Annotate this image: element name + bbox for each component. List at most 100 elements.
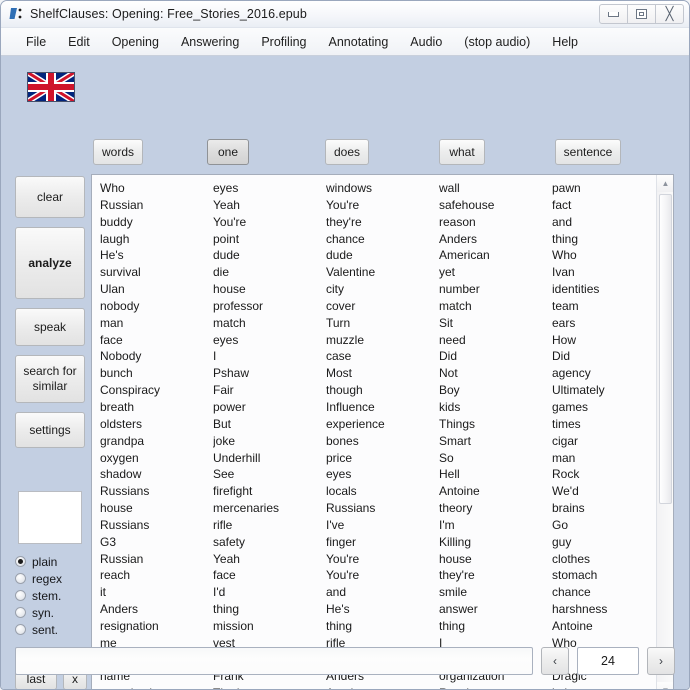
word-cell[interactable]: they're [439, 567, 544, 584]
word-cell[interactable]: brains [552, 500, 657, 517]
word-cell[interactable]: Pshaw [213, 365, 318, 382]
radio-sent[interactable]: sent. [15, 621, 87, 638]
word-cell[interactable]: match [439, 298, 544, 315]
scroll-up-icon[interactable]: ▲ [657, 175, 673, 192]
preview-box[interactable] [18, 491, 82, 544]
word-cell[interactable]: house [439, 551, 544, 568]
word-cell[interactable]: Russians [439, 685, 544, 689]
word-cell[interactable]: Smart [439, 433, 544, 450]
word-cell[interactable]: Not [439, 365, 544, 382]
menu-item-annotating[interactable]: Annotating [318, 32, 400, 52]
word-cell[interactable]: Fair [213, 382, 318, 399]
menu-item-stop-audio[interactable]: (stop audio) [453, 32, 541, 52]
word-cell[interactable]: Nobody [100, 348, 205, 365]
word-cell[interactable]: You're [326, 567, 431, 584]
clear-button[interactable]: clear [15, 176, 85, 218]
word-cell[interactable]: Antoine [552, 618, 657, 635]
word-cell[interactable]: He's [326, 601, 431, 618]
toolbar-button-what[interactable]: what [439, 139, 485, 165]
menu-item-help[interactable]: Help [541, 32, 589, 52]
word-cell[interactable]: face [100, 332, 205, 349]
word-cell[interactable]: need [439, 332, 544, 349]
word-cell[interactable]: But [213, 416, 318, 433]
word-cell[interactable]: face [213, 567, 318, 584]
analyze-button[interactable]: analyze [15, 227, 85, 299]
uk-flag-icon[interactable] [27, 72, 75, 102]
word-cell[interactable]: Did [552, 348, 657, 365]
word-cell[interactable]: Did [439, 348, 544, 365]
settings-button[interactable]: settings [15, 412, 85, 448]
word-cell[interactable]: bones [326, 433, 431, 450]
menu-item-file[interactable]: File [15, 32, 57, 52]
word-cell[interactable]: oxygen [100, 450, 205, 467]
word-cell[interactable]: Russians [100, 483, 205, 500]
word-cell[interactable]: finger [326, 534, 431, 551]
word-cell[interactable]: and [326, 584, 431, 601]
word-cell[interactable]: chance [552, 584, 657, 601]
word-cell[interactable]: Most [326, 365, 431, 382]
word-cell[interactable]: bunch [100, 365, 205, 382]
word-cell[interactable]: answer [439, 601, 544, 618]
word-cell[interactable]: shadow [100, 466, 205, 483]
word-cell[interactable]: Go [552, 517, 657, 534]
word-cell[interactable]: That's [213, 685, 318, 689]
radio-stem[interactable]: stem. [15, 587, 87, 604]
word-cell[interactable]: games [552, 399, 657, 416]
close-button[interactable]: ╳ [655, 4, 684, 24]
word-cell[interactable]: Valentine [326, 264, 431, 281]
word-cell[interactable]: case [326, 348, 431, 365]
word-cell[interactable]: Boy [439, 382, 544, 399]
word-cell[interactable]: thing [326, 618, 431, 635]
word-cell[interactable]: American [439, 247, 544, 264]
word-cell[interactable]: Ulan [100, 281, 205, 298]
word-cell[interactable]: eyes [213, 332, 318, 349]
word-cell[interactable]: Turn [326, 315, 431, 332]
word-cell[interactable]: survival [100, 264, 205, 281]
word-cell[interactable]: grandpa [100, 433, 205, 450]
word-cell[interactable]: He's [100, 247, 205, 264]
toolbar-button-one[interactable]: one [207, 139, 249, 165]
word-cell[interactable]: We'd [552, 483, 657, 500]
word-cell[interactable]: organizations [100, 685, 205, 689]
word-cell[interactable]: power [213, 399, 318, 416]
word-cell[interactable]: mercenaries [213, 500, 318, 517]
word-list-panel[interactable]: Who Russian buddy laugh He's survival Ulan nobo… [91, 174, 674, 689]
word-cell[interactable]: dude [326, 247, 431, 264]
word-cell[interactable]: experience [326, 416, 431, 433]
word-cell[interactable]: smile [439, 584, 544, 601]
word-cell[interactable]: See [213, 466, 318, 483]
word-cell[interactable]: Russians [326, 500, 431, 517]
word-cell[interactable]: You're [213, 214, 318, 231]
word-cell[interactable]: ears [552, 315, 657, 332]
word-cell[interactable]: reach [100, 567, 205, 584]
menu-item-edit[interactable]: Edit [57, 32, 101, 52]
word-cell[interactable]: Russian [100, 551, 205, 568]
word-cell[interactable]: yet [439, 264, 544, 281]
word-cell[interactable]: point [213, 231, 318, 248]
scrollbar-thumb[interactable] [659, 194, 672, 504]
word-cell[interactable]: Who [100, 180, 205, 197]
word-cell[interactable]: reason [439, 214, 544, 231]
word-cell[interactable]: I've [326, 517, 431, 534]
radio-plain[interactable]: plain [15, 553, 87, 570]
page-number-field[interactable]: 24 [577, 647, 639, 675]
menu-item-audio[interactable]: Audio [399, 32, 453, 52]
word-cell[interactable]: Sit [439, 315, 544, 332]
word-cell[interactable]: die [213, 264, 318, 281]
word-cell[interactable]: they're [326, 214, 431, 231]
word-cell[interactable]: thing [213, 601, 318, 618]
speak-button[interactable]: speak [15, 308, 85, 346]
word-cell[interactable]: You're [326, 197, 431, 214]
next-page-button[interactable]: › [647, 647, 675, 675]
word-cell[interactable]: city [326, 281, 431, 298]
word-cell[interactable]: eyes [326, 466, 431, 483]
word-cell[interactable]: kids [439, 399, 544, 416]
word-cell[interactable]: house [100, 500, 205, 517]
word-cell[interactable]: though [326, 382, 431, 399]
word-cell[interactable]: let's [552, 685, 657, 689]
word-cell[interactable]: eyes [213, 180, 318, 197]
word-cell[interactable]: Anders [439, 231, 544, 248]
word-cell[interactable]: Antoine [439, 483, 544, 500]
list-scrollbar[interactable]: ▲ ▼ [656, 175, 673, 689]
word-cell[interactable]: Antoine [326, 685, 431, 689]
